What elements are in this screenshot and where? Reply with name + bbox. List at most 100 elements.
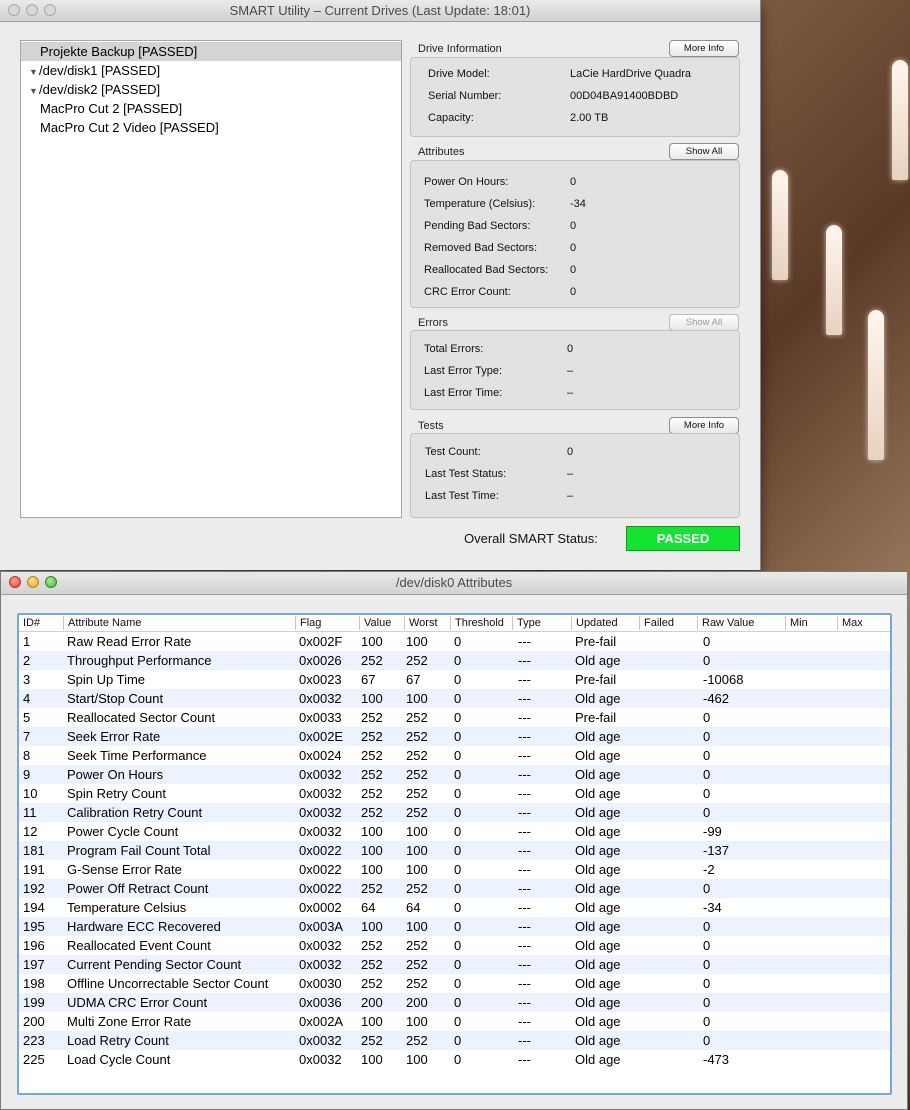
column-header[interactable]: Flag bbox=[295, 616, 359, 630]
table-row[interactable]: 8 Seek Time Performance 0x0024 252 252 0 --- Ol… bbox=[19, 746, 890, 765]
table-row[interactable]: 4 Start/Stop Count 0x0032 100 100 0 --- Old age… bbox=[19, 689, 890, 708]
table-cell: Old age bbox=[575, 767, 621, 782]
tests-label: Last Test Time: bbox=[425, 490, 499, 502]
table-cell: 0x0032 bbox=[299, 957, 342, 972]
table-row[interactable]: 223 Load Retry Count 0x0032 252 252 0 --- Old a… bbox=[19, 1031, 890, 1050]
table-row[interactable]: 192 Power Off Retract Count 0x0022 252 252 0 -… bbox=[19, 879, 890, 898]
errors-label: Last Error Time: bbox=[424, 387, 503, 399]
table-cell: 252 bbox=[361, 767, 383, 782]
table-row[interactable]: 191 G-Sense Error Rate 0x0022 100 100 0 --- Old… bbox=[19, 860, 890, 879]
column-header[interactable]: Max bbox=[837, 616, 889, 630]
attributes-value: 0 bbox=[570, 176, 577, 188]
table-row[interactable]: 5 Reallocated Sector Count 0x0033 252 252 0 --… bbox=[19, 708, 890, 727]
table-cell: 2 bbox=[23, 653, 31, 668]
column-header[interactable]: Updated bbox=[571, 616, 639, 630]
table-row[interactable]: 1 Raw Read Error Rate 0x002F 100 100 0 --- Pre-… bbox=[19, 632, 890, 651]
table-cell: 0x002E bbox=[299, 729, 344, 744]
table-cell: 0x0036 bbox=[299, 995, 342, 1010]
drive-list-item[interactable]: MacPro Cut 2 Video [PASSED] bbox=[21, 118, 401, 137]
table-cell: 197 bbox=[23, 957, 45, 972]
table-row[interactable]: 199 UDMA CRC Error Count 0x0036 200 200 0 --- O… bbox=[19, 993, 890, 1012]
table-row[interactable]: 181 Program Fail Count Total 0x0022 100 100 0… bbox=[19, 841, 890, 860]
table-cell: 252 bbox=[406, 729, 428, 744]
table-row[interactable]: 2 Throughput Performance 0x0026 252 252 0 --- O… bbox=[19, 651, 890, 670]
column-header[interactable]: Failed bbox=[639, 616, 697, 630]
table-row[interactable]: 7 Seek Error Rate 0x002E 252 252 0 --- Old age 0 bbox=[19, 727, 890, 746]
attributes-label: Reallocated Bad Sectors: bbox=[424, 264, 549, 276]
table-row[interactable]: 11 Calibration Retry Count 0x0032 252 252 0 --… bbox=[19, 803, 890, 822]
drive-list-item[interactable]: ▼/dev/disk1 [PASSED] bbox=[21, 61, 401, 80]
table-cell: 100 bbox=[406, 634, 428, 649]
drive_info-value: 00D04BA91400BDBD bbox=[570, 90, 679, 102]
titlebar[interactable]: /dev/disk0 Attributes bbox=[1, 572, 907, 595]
table-cell: 100 bbox=[361, 862, 383, 877]
table-cell: Old age bbox=[575, 1014, 621, 1029]
table-cell: Old age bbox=[575, 919, 621, 934]
table-cell: 0x0032 bbox=[299, 1033, 342, 1048]
errors-show-all-button[interactable]: Show All bbox=[669, 314, 739, 331]
table-cell: 0 bbox=[454, 881, 462, 896]
errors-heading: Errors bbox=[418, 317, 448, 329]
table-cell: 9 bbox=[23, 767, 31, 782]
column-header[interactable]: Type bbox=[512, 616, 571, 630]
table-cell: 0 bbox=[454, 919, 462, 934]
table-cell: --- bbox=[518, 653, 531, 668]
table-row[interactable]: 200 Multi Zone Error Rate 0x002A 100 100 0 ---… bbox=[19, 1012, 890, 1031]
drive-list-item[interactable]: Projekte Backup [PASSED] bbox=[21, 42, 401, 61]
attributes-show-all-button[interactable]: Show All bbox=[669, 143, 739, 160]
window-light-decoration bbox=[772, 170, 788, 280]
attributes-table[interactable]: ID# Attribute Name Flag Value Worst Threshold… bbox=[17, 613, 892, 1095]
table-cell: 5 bbox=[23, 710, 31, 725]
table-cell: Old age bbox=[575, 653, 621, 668]
table-row[interactable]: 3 Spin Up Time 0x0023 67 67 0 --- Pre-fail -1006… bbox=[19, 670, 890, 689]
tests-value: – bbox=[567, 468, 574, 480]
table-row[interactable]: 194 Temperature Celsius 0x0002 64 64 0 --- Old … bbox=[19, 898, 890, 917]
table-row[interactable]: 10 Spin Retry Count 0x0032 252 252 0 --- Old ag… bbox=[19, 784, 890, 803]
table-cell: Hardware ECC Recovered bbox=[67, 919, 221, 934]
table-row[interactable]: 198 Offline Uncorrectable Sector Count 0x0… bbox=[19, 974, 890, 993]
column-header[interactable]: ID# bbox=[19, 616, 63, 630]
table-cell: 7 bbox=[23, 729, 31, 744]
table-cell: Old age bbox=[575, 1033, 621, 1048]
table-cell: Old age bbox=[575, 900, 621, 915]
table-cell: 100 bbox=[406, 1014, 428, 1029]
table-cell: -473 bbox=[703, 1052, 730, 1067]
table-cell: Old age bbox=[575, 881, 621, 896]
drive-label: MacPro Cut 2 [PASSED] bbox=[40, 101, 183, 116]
table-cell: 194 bbox=[23, 900, 45, 915]
table-row[interactable]: 196 Reallocated Event Count 0x0032 252 252 0 -… bbox=[19, 936, 890, 955]
table-cell: 0x0032 bbox=[299, 938, 342, 953]
titlebar[interactable]: SMART Utility – Current Drives (Last Upd… bbox=[0, 0, 760, 22]
drive-list-item[interactable]: ▼/dev/disk2 [PASSED] bbox=[21, 80, 401, 99]
table-cell: Old age bbox=[575, 748, 621, 763]
table-row[interactable]: 225 Load Cycle Count 0x0032 100 100 0 --- Old a… bbox=[19, 1050, 890, 1069]
table-cell: 0x0032 bbox=[299, 824, 342, 839]
table-cell: 0x002F bbox=[299, 634, 343, 649]
table-row[interactable]: 197 Current Pending Sector Count 0x0032 252… bbox=[19, 955, 890, 974]
table-cell: Throughput Performance bbox=[67, 653, 212, 668]
table-cell: 252 bbox=[406, 786, 428, 801]
column-header[interactable]: Attribute Name bbox=[63, 616, 295, 630]
table-cell: --- bbox=[518, 672, 531, 687]
column-header[interactable]: Threshold bbox=[450, 616, 512, 630]
errors-label: Total Errors: bbox=[424, 343, 484, 355]
table-cell: Seek Time Performance bbox=[67, 748, 207, 763]
errors-label: Last Error Type: bbox=[424, 365, 503, 377]
drive-info-more-button[interactable]: More Info bbox=[669, 40, 739, 57]
column-header[interactable]: Value bbox=[359, 616, 404, 630]
table-row[interactable]: 195 Hardware ECC Recovered 0x003A 100 100 0 --… bbox=[19, 917, 890, 936]
table-cell: G-Sense Error Rate bbox=[67, 862, 182, 877]
column-header[interactable]: Min bbox=[785, 616, 837, 630]
overall-status-badge: PASSED bbox=[626, 526, 740, 551]
drive-list[interactable]: Projekte Backup [PASSED] ▼/dev/disk1 [PAS… bbox=[20, 40, 402, 518]
column-header[interactable]: Worst bbox=[404, 616, 450, 630]
table-row[interactable]: 12 Power Cycle Count 0x0032 100 100 0 --- Old a… bbox=[19, 822, 890, 841]
table-cell: 0x0032 bbox=[299, 786, 342, 801]
table-cell: --- bbox=[518, 862, 531, 877]
smart-utility-window: SMART Utility – Current Drives (Last Upd… bbox=[0, 0, 761, 570]
column-header[interactable]: Raw Value bbox=[697, 616, 785, 630]
tests-more-info-button[interactable]: More Info bbox=[669, 417, 739, 434]
table-row[interactable]: 9 Power On Hours 0x0032 252 252 0 --- Old age 0 bbox=[19, 765, 890, 784]
drive-list-item[interactable]: MacPro Cut 2 [PASSED] bbox=[21, 99, 401, 118]
table-cell: 252 bbox=[406, 976, 428, 991]
